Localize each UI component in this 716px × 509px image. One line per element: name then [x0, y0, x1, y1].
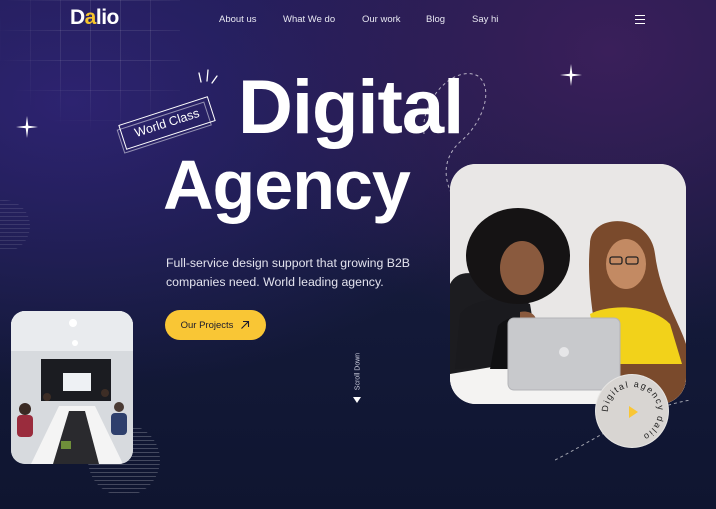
- spark-lines-icon: [198, 69, 218, 84]
- decorative-striped-circle: [0, 200, 30, 252]
- nav-item-about-us[interactable]: About us: [219, 14, 257, 25]
- arrow-down-icon: [353, 397, 361, 403]
- sparkle-star-icon: [560, 64, 582, 86]
- photo-illustration: [11, 311, 133, 464]
- hero-subtitle: Full-service design support that growing…: [166, 254, 466, 292]
- circular-text-badge: Digital agency dalio: [600, 379, 665, 443]
- hero-subtitle-line-1: Full-service design support that growing…: [166, 256, 411, 270]
- hero-subtitle-line-2: companies need. World leading agency.: [166, 275, 384, 290]
- hero-title-line-1: Digital: [238, 65, 464, 150]
- nav-item-our-work[interactable]: Our work: [362, 14, 401, 25]
- logo-text-suffix: lio: [95, 6, 120, 29]
- logo[interactable]: Dalio: [70, 6, 119, 30]
- play-triangle-icon: [629, 406, 638, 418]
- arrow-up-right-icon: [241, 320, 250, 329]
- logo-text-prefix: D: [70, 6, 85, 29]
- nav-item-what-we-do[interactable]: What We do: [283, 14, 335, 25]
- hamburger-menu-icon[interactable]: [635, 15, 645, 24]
- nav-item-blog[interactable]: Blog: [426, 14, 445, 25]
- scroll-down-indicator[interactable]: Scroll Down: [350, 352, 364, 406]
- cta-label: Our Projects: [180, 319, 234, 331]
- sparkle-star-icon: [16, 116, 38, 138]
- photo-illustration: [450, 164, 686, 404]
- scroll-down-label: Scroll Down: [354, 352, 362, 391]
- hero-photo-women-laptop: [450, 164, 686, 404]
- logo-text-accent: a: [84, 6, 97, 29]
- office-meeting-photo: [11, 311, 133, 464]
- our-projects-button[interactable]: Our Projects: [165, 310, 266, 340]
- digital-agency-circle-badge[interactable]: Digital agency dalio: [595, 374, 669, 448]
- nav-item-say-hi[interactable]: Say hi: [472, 14, 498, 25]
- hero-title-line-2: Agency: [163, 146, 411, 224]
